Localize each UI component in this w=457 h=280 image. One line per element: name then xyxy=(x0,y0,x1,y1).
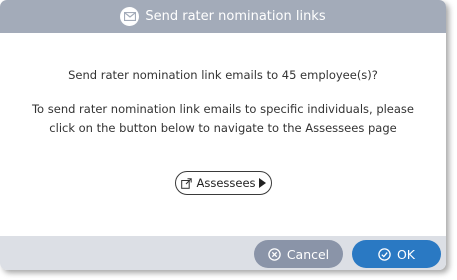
instructions-message: To send rater nomination link emails to … xyxy=(31,102,414,135)
send-rater-nomination-dialog: Send rater nomination links Send rater n… xyxy=(0,0,446,270)
dialog-title: Send rater nomination links xyxy=(145,9,326,24)
assessees-button[interactable]: Assessees xyxy=(175,171,272,195)
cancel-button-label: Cancel xyxy=(286,246,330,262)
check-circle-icon xyxy=(378,247,391,261)
ok-button-label: OK xyxy=(396,246,416,262)
x-circle-icon xyxy=(268,247,281,261)
dialog-footer: Cancel OK xyxy=(0,236,446,270)
assessees-button-label: Assessees xyxy=(196,176,256,190)
dialog-titlebar: Send rater nomination links xyxy=(0,0,446,33)
play-icon xyxy=(258,178,266,188)
ok-button[interactable]: OK xyxy=(352,240,441,268)
confirmation-message: Send rater nomination link emails to 45 … xyxy=(68,68,378,82)
envelope-icon xyxy=(120,7,140,26)
external-link-icon xyxy=(181,177,193,189)
cancel-button[interactable]: Cancel xyxy=(254,240,343,268)
dialog-body: Send rater nomination link emails to 45 … xyxy=(0,33,446,236)
